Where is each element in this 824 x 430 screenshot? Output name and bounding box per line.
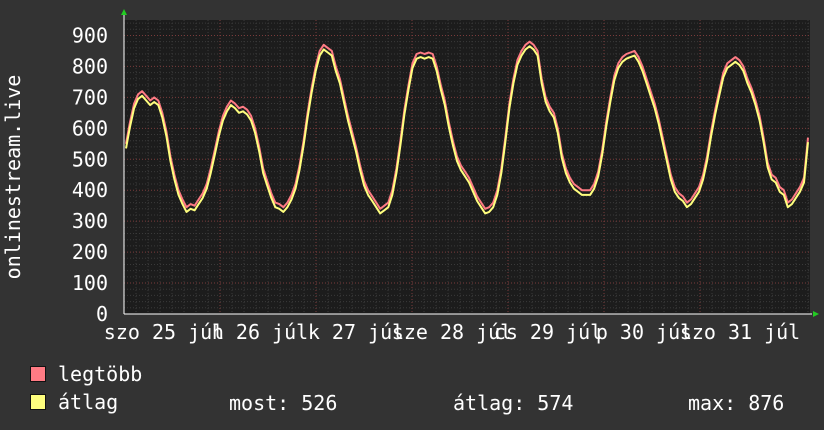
y-axis-label: onlinestream.live [1, 75, 25, 280]
y-tick-label: 700 [72, 85, 108, 109]
legend-swatch-atlag [30, 394, 46, 410]
x-tick-label: szo 31 júl [680, 320, 800, 344]
y-tick-label: 600 [72, 116, 108, 140]
stat-atlag: átlag: 574 [453, 391, 574, 415]
y-tick-label: 200 [72, 240, 108, 264]
x-tick-label: h 26 júl [212, 320, 308, 344]
x-tick-label: p 30 júl [596, 320, 692, 344]
x-tick-label: szo 25 júl [104, 320, 224, 344]
plot-area [124, 20, 810, 314]
y-tick-label: 300 [72, 209, 108, 233]
legend-label-atlag: átlag [58, 390, 119, 414]
legend-item-atlag: átlag [30, 390, 119, 414]
y-tick-label: 500 [72, 147, 108, 171]
y-tick-label: 800 [72, 54, 108, 78]
legend-label-legtobb: legtöbb [58, 362, 143, 386]
y-axis-arrow [121, 9, 127, 15]
legend-item-legtobb: legtöbb [30, 362, 143, 386]
legend-swatch-legtobb [30, 366, 46, 382]
stat-most: most: 526 [229, 391, 338, 415]
x-tick-label: k 27 júl [308, 320, 404, 344]
stat-max: max: 876 [688, 391, 785, 415]
y-tick-label: 900 [72, 23, 108, 47]
x-axis-arrow [813, 311, 819, 317]
y-tick-label: 100 [72, 271, 108, 295]
y-tick-label: 400 [72, 178, 108, 202]
x-tick-label: cs 29 júl [494, 320, 602, 344]
